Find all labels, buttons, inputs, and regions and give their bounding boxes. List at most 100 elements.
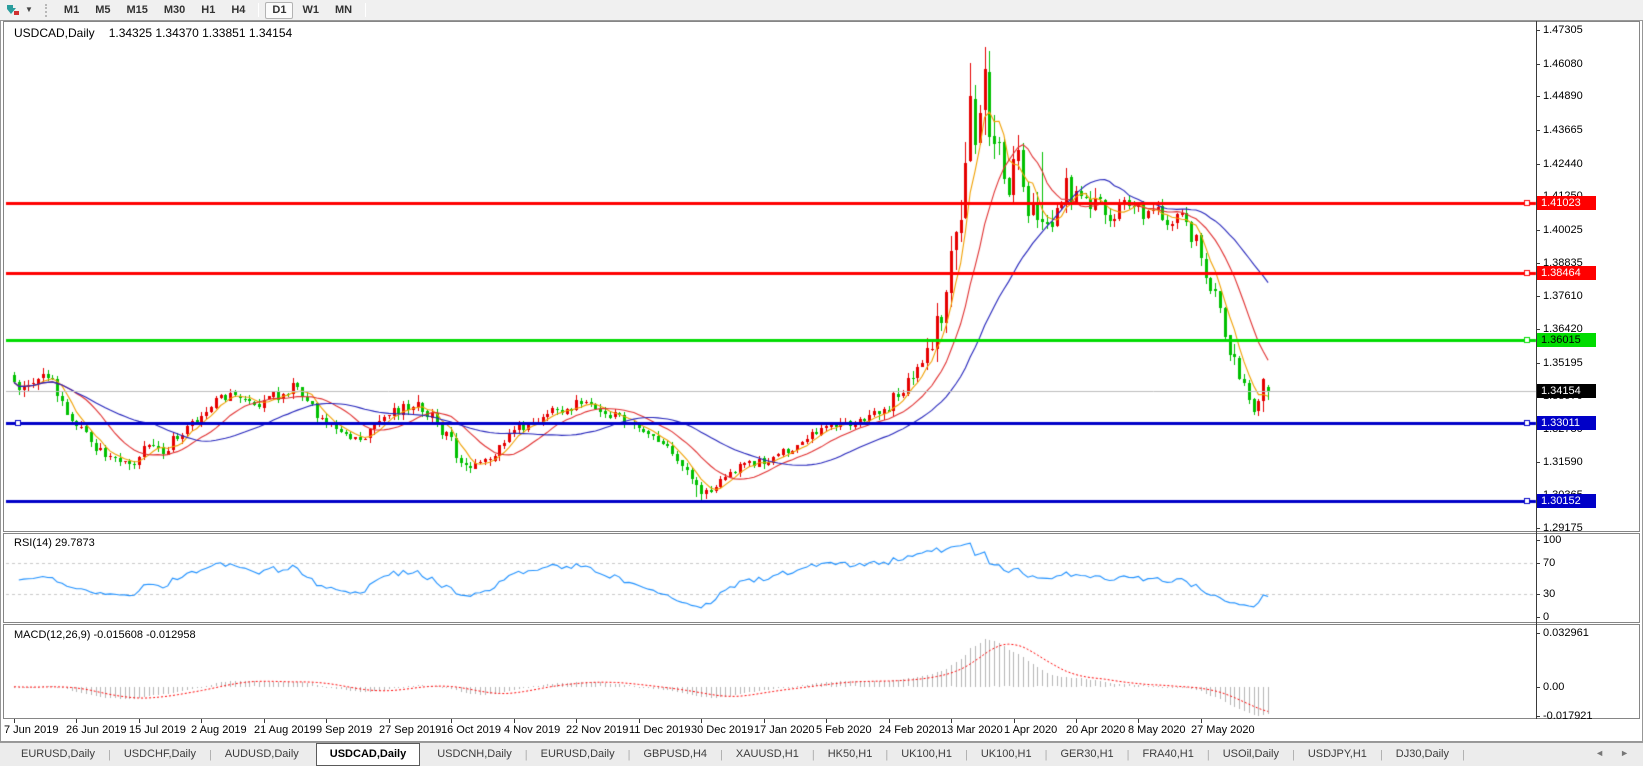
tab-separator: |	[1462, 749, 1465, 761]
price-tick-mark	[1536, 96, 1540, 97]
date-tick-mark	[1014, 719, 1015, 723]
date-tick-mark	[264, 719, 265, 723]
tab-scroll-left-icon[interactable]: ◄	[1595, 748, 1604, 758]
indicator-tick-mark	[1536, 563, 1540, 564]
date-tick-label: 16 Oct 2019	[441, 724, 501, 736]
date-tick-mark	[326, 719, 327, 723]
timeframe-button-m5[interactable]: M5	[88, 2, 117, 19]
date-tick-label: 5 Feb 2020	[816, 724, 872, 736]
tab-scroll-arrows: ◄ ►	[1595, 748, 1629, 758]
price-badge-1.30152: 1.30152	[1537, 494, 1596, 508]
indicator-tick-mark	[1536, 633, 1540, 634]
date-tick-mark	[201, 719, 202, 723]
chart-tool-dropdown-icon[interactable]: ▼	[25, 2, 33, 18]
price-tick-mark	[1536, 329, 1540, 330]
chart-tab-eurusd-daily[interactable]: EURUSD,Daily	[8, 744, 108, 765]
indicator-tick-label: 30	[1543, 588, 1555, 601]
date-tick-mark	[576, 719, 577, 723]
date-tick-mark	[889, 719, 890, 723]
timeframe-button-m30[interactable]: M30	[157, 2, 192, 19]
toolbar: ▼ M1M5M15M30H1H4 D1W1MN	[0, 0, 1643, 20]
timeframe-button-d1[interactable]: D1	[265, 2, 293, 19]
chart-tab-usdcnh-daily[interactable]: USDCNH,Daily	[424, 744, 525, 765]
mt4-platform-window: ▼ M1M5M15M30H1H4 D1W1MN USDCAD,Daily 1.343…	[0, 0, 1643, 766]
chart-title-ohlc: 1.34325 1.34370 1.33851 1.34154	[109, 26, 293, 40]
price-tick-label: 1.40025	[1543, 224, 1583, 237]
tab-scroll-right-icon[interactable]: ►	[1620, 748, 1629, 758]
rsi-label: RSI(14) 29.7873	[14, 537, 95, 549]
chart-tab-uk100-h1[interactable]: UK100,H1	[968, 744, 1045, 765]
indicator-tick-label: 0	[1543, 611, 1549, 624]
timeframe-button-mn[interactable]: MN	[328, 2, 359, 19]
price-axis-line	[1536, 21, 1537, 719]
price-tick-mark	[1536, 164, 1540, 165]
price-badge-1.36015: 1.36015	[1537, 333, 1596, 347]
chart-tab-eurusd-daily[interactable]: EURUSD,Daily	[528, 744, 628, 765]
toolbar-separator	[365, 3, 366, 17]
chart-tab-usdchf-daily[interactable]: USDCHF,Daily	[111, 744, 209, 765]
timeframe-button-m15[interactable]: M15	[119, 2, 154, 19]
date-tick-label: 9 Sep 2019	[316, 724, 372, 736]
price-tick-mark	[1536, 230, 1540, 231]
date-tick-label: 15 Jul 2019	[129, 724, 186, 736]
price-tick-mark	[1536, 263, 1540, 264]
chart-tab-uk100-h1[interactable]: UK100,H1	[888, 744, 965, 765]
date-tick-label: 13 Mar 2020	[941, 724, 1003, 736]
chart-tab-hk50-h1[interactable]: HK50,H1	[815, 744, 886, 765]
chart-tabs: EURUSD,Daily|USDCHF,Daily|AUDUSD,DailyUS…	[8, 743, 1465, 766]
date-tick-mark	[764, 719, 765, 723]
price-tick-mark	[1536, 462, 1540, 463]
price-tick-mark	[1536, 296, 1540, 297]
price-badge-1.38464: 1.38464	[1537, 266, 1596, 280]
date-tick-label: 20 Apr 2020	[1066, 724, 1125, 736]
price-tick-mark	[1536, 30, 1540, 31]
price-tick-label: 1.44890	[1543, 90, 1583, 103]
timeframe-button-m1[interactable]: M1	[57, 2, 86, 19]
chart-tab-usoil-daily[interactable]: USOil,Daily	[1210, 744, 1292, 765]
price-tick-mark	[1536, 363, 1540, 364]
trend-arrows-icon[interactable]	[4, 2, 22, 18]
chart-tab-usdcad-daily[interactable]: USDCAD,Daily	[316, 743, 420, 766]
date-tick-label: 24 Feb 2020	[879, 724, 941, 736]
date-tick-label: 22 Nov 2019	[566, 724, 628, 736]
indicator-tick-mark	[1536, 687, 1540, 688]
date-tick-mark	[1138, 719, 1139, 723]
toolbar-grip	[45, 4, 49, 17]
chart-tab-fra40-h1[interactable]: FRA40,H1	[1130, 744, 1207, 765]
chart-tab-ger30-h1[interactable]: GER30,H1	[1047, 744, 1126, 765]
date-tick-label: 11 Dec 2019	[629, 724, 691, 736]
price-badge-1.33011: 1.33011	[1537, 416, 1596, 430]
price-badge-1.41023: 1.41023	[1537, 196, 1596, 210]
timeframe-button-w1[interactable]: W1	[295, 2, 326, 19]
date-tick-label: 27 May 2020	[1191, 724, 1255, 736]
timeframe-button-h1[interactable]: H1	[194, 2, 222, 19]
indicator-tick-label: 100	[1543, 534, 1561, 547]
chart-title-symbol: USDCAD,Daily	[14, 26, 95, 40]
indicator-tick-mark	[1536, 540, 1540, 541]
date-tick-mark	[14, 719, 15, 723]
date-tick-mark	[451, 719, 452, 723]
date-tick-label: 4 Nov 2019	[504, 724, 560, 736]
price-tick-label: 1.35195	[1543, 357, 1583, 370]
price-tick-label: 1.43665	[1543, 124, 1583, 137]
indicator-tick-mark	[1536, 716, 1540, 717]
toolbar-separator	[258, 3, 259, 17]
date-tick-mark	[639, 719, 640, 723]
chart-tabs-bar: EURUSD,Daily|USDCHF,Daily|AUDUSD,DailyUS…	[0, 742, 1643, 766]
date-tick-label: 8 May 2020	[1128, 724, 1185, 736]
date-tick-mark	[1201, 719, 1202, 723]
date-tick-mark	[76, 719, 77, 723]
chart-tab-dj30-daily[interactable]: DJ30,Daily	[1383, 744, 1462, 765]
date-tick-mark	[389, 719, 390, 723]
chart-tab-audusd-daily[interactable]: AUDUSD,Daily	[212, 744, 312, 765]
chart-tab-xauusd-h1[interactable]: XAUUSD,H1	[723, 744, 812, 765]
price-chart-canvas[interactable]	[0, 0, 1643, 766]
price-tick-mark	[1536, 528, 1540, 529]
timeframe-button-h4[interactable]: H4	[224, 2, 252, 19]
date-tick-label: 27 Sep 2019	[379, 724, 441, 736]
chart-tab-gbpusd-h4[interactable]: GBPUSD,H4	[630, 744, 720, 765]
date-tick-label: 21 Aug 2019	[254, 724, 316, 736]
indicator-tick-mark	[1536, 617, 1540, 618]
chart-tab-usdjpy-h1[interactable]: USDJPY,H1	[1295, 744, 1380, 765]
price-badge-1.34154: 1.34154	[1537, 384, 1596, 398]
